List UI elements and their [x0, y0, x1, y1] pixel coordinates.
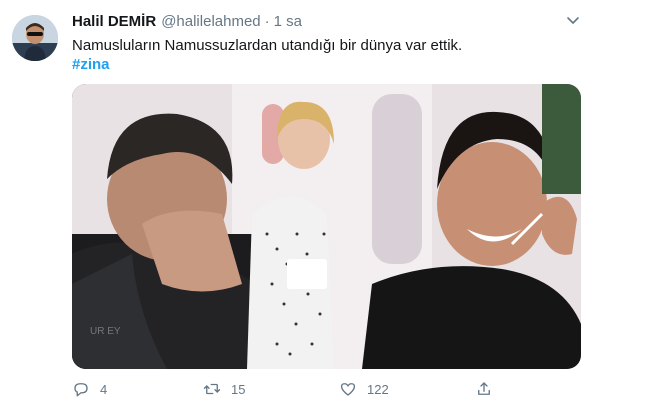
user-handle[interactable]: @halilelahmed — [161, 13, 260, 30]
tweet-actions: 4 15 122 — [72, 378, 572, 400]
share-button[interactable] — [475, 378, 493, 400]
heart-icon — [340, 383, 356, 396]
tweet-media-image[interactable]: UR EY — [72, 84, 581, 369]
like-button[interactable]: 122 — [339, 378, 389, 400]
share-icon — [478, 382, 490, 395]
retweet-count: 15 — [231, 381, 246, 397]
tweet: Halil DEMİR @halilelahmed · 1 sa Namuslu… — [0, 0, 670, 411]
reply-count: 4 — [100, 381, 108, 397]
reply-icon — [74, 383, 88, 397]
retweet-icon — [203, 383, 221, 395]
tweet-header: Halil DEMİR @halilelahmed · 1 sa — [72, 13, 302, 33]
display-name[interactable]: Halil DEMİR — [72, 13, 156, 30]
chevron-down-icon[interactable] — [565, 14, 581, 28]
retweet-button[interactable]: 15 — [203, 378, 245, 400]
svg-text:UR EY: UR EY — [90, 326, 121, 337]
reply-button[interactable]: 4 — [72, 378, 107, 400]
timestamp[interactable]: 1 sa — [274, 13, 302, 30]
separator-dot: · — [264, 13, 270, 30]
avatar[interactable] — [12, 15, 58, 61]
hashtag-link[interactable]: #zina — [72, 56, 110, 73]
tweet-text: Namusluların Namussuzlardan utandığı bir… — [72, 37, 463, 54]
like-count: 122 — [367, 381, 389, 397]
avatar-image — [12, 15, 58, 61]
